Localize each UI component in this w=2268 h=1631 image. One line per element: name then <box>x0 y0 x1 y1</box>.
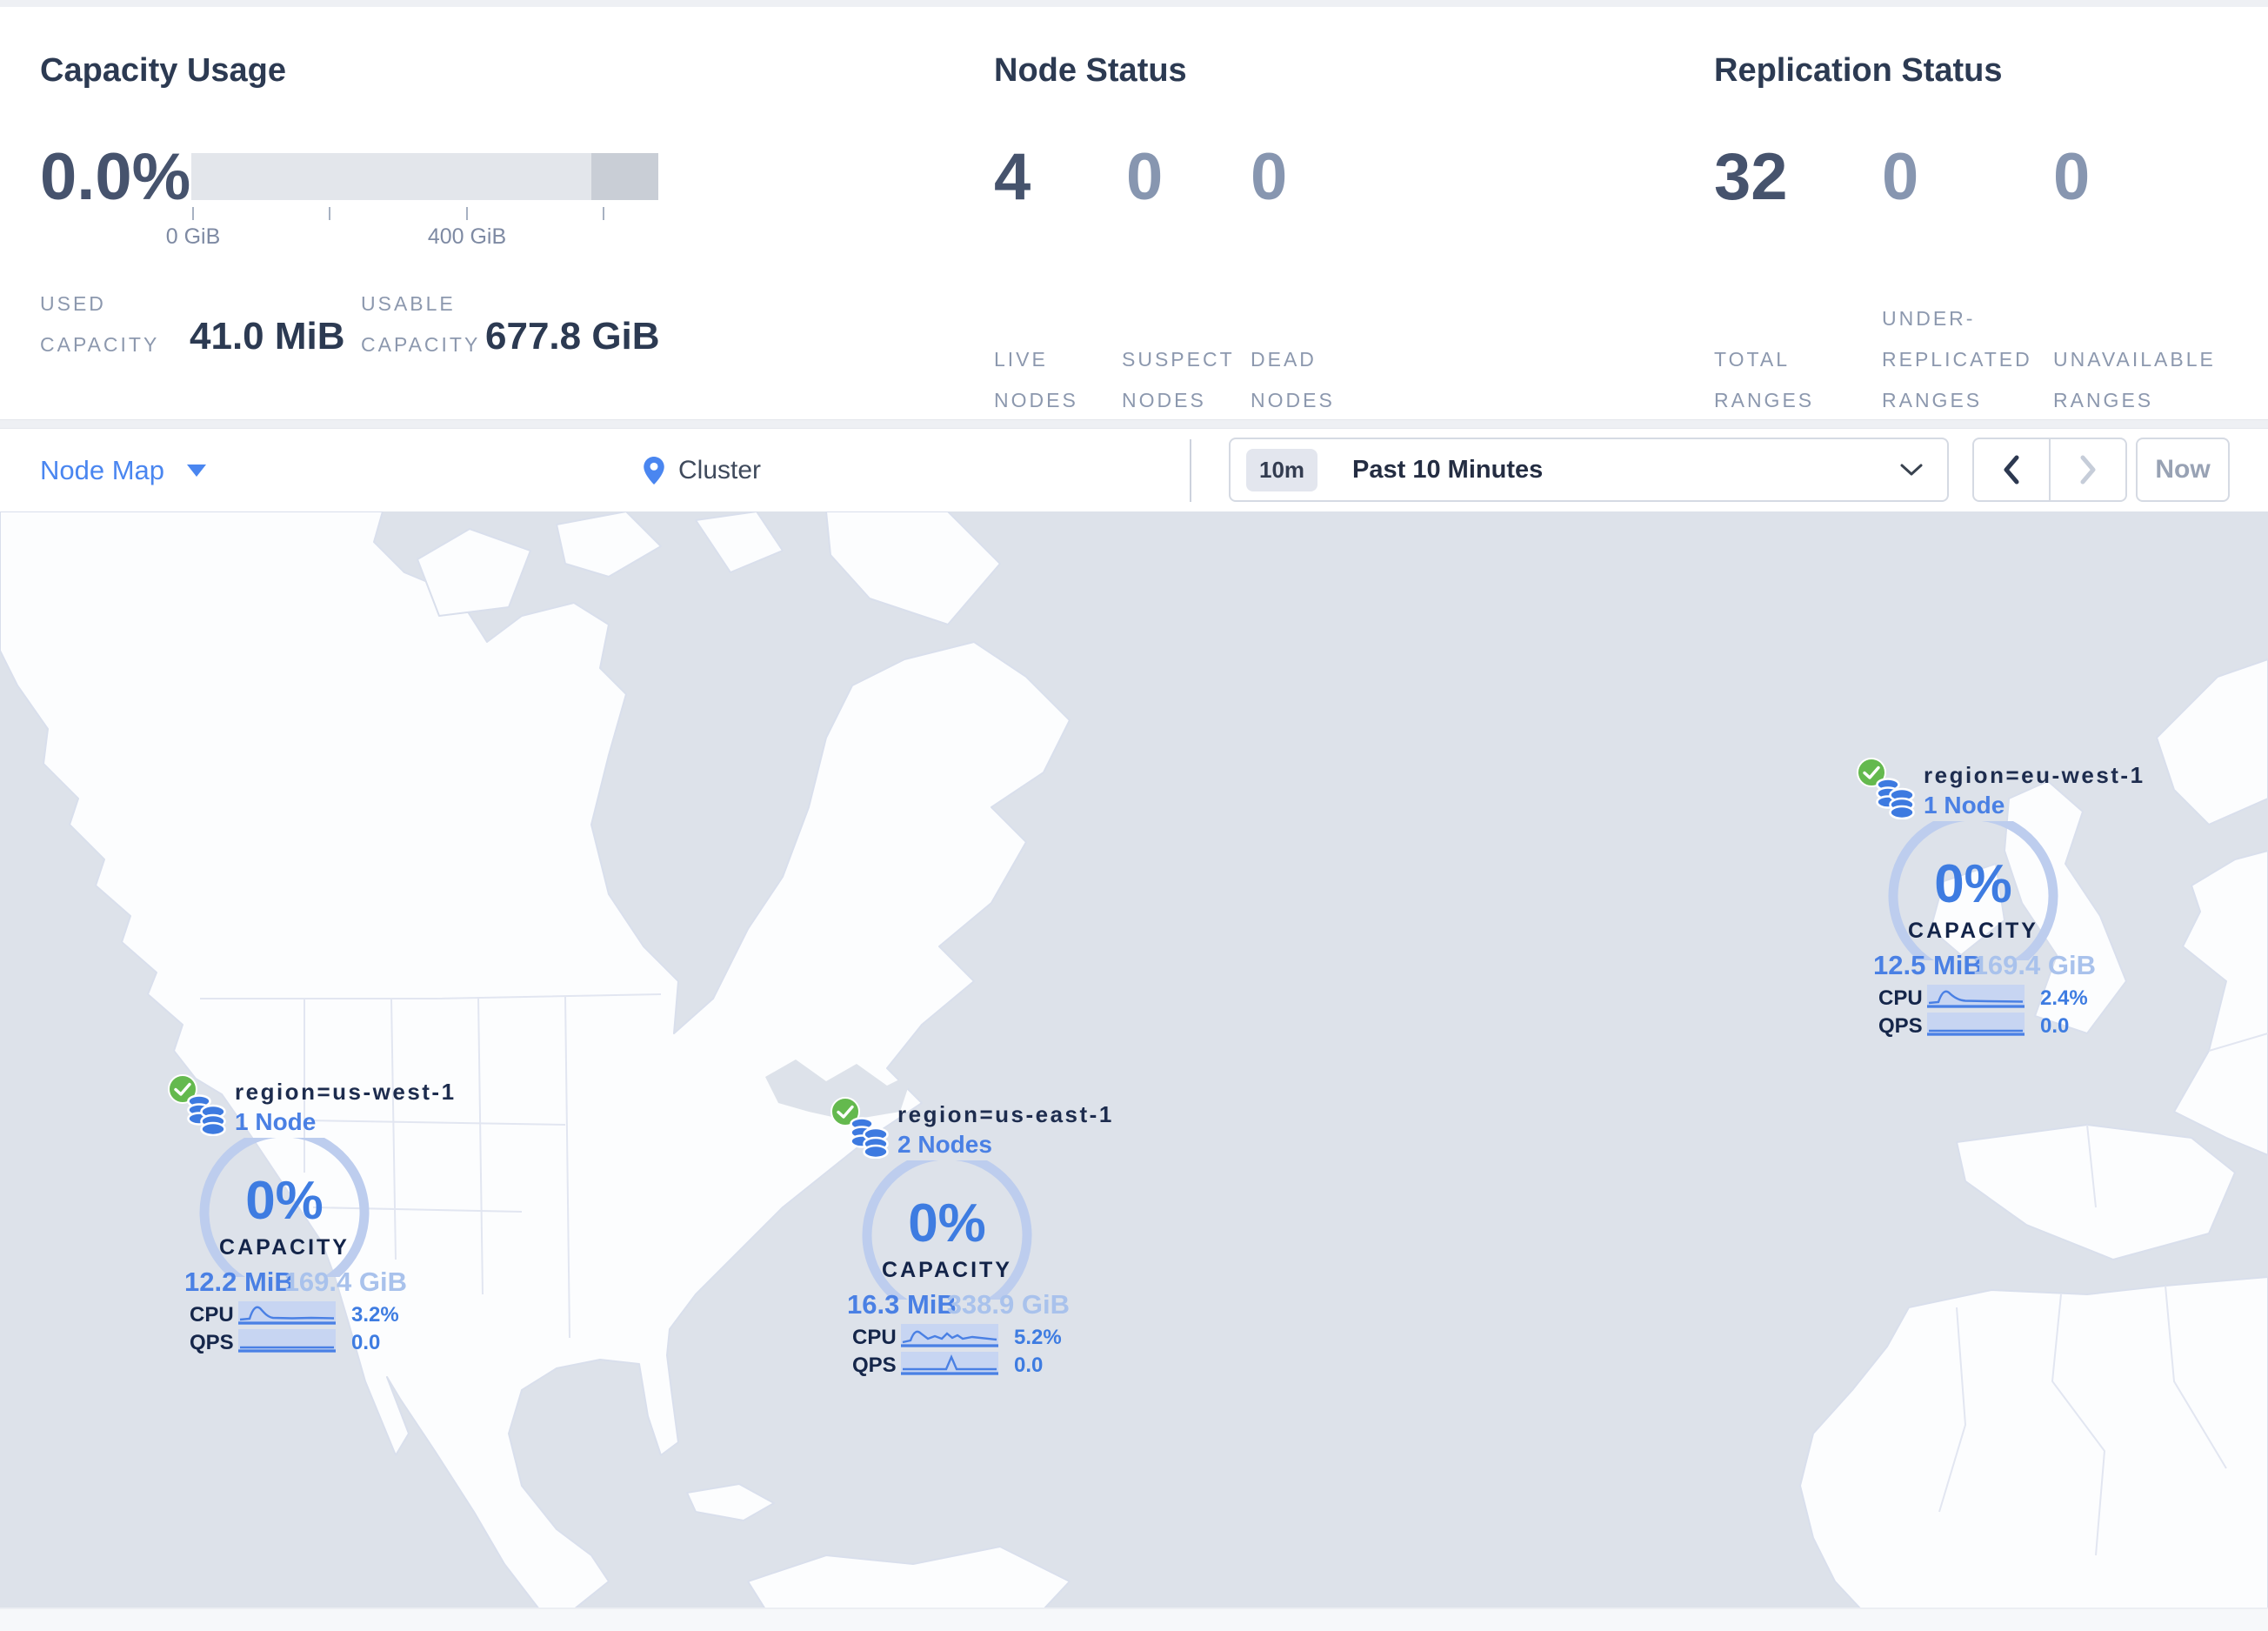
capacity-used-percent: 0.0% <box>40 140 191 214</box>
next-range-button[interactable] <box>2051 439 2125 500</box>
region-total-capacity: 169.4 GiB <box>1972 950 2096 980</box>
map-toolbar: Node Map Cluster 10m Past 10 Minutes Now <box>0 428 2268 513</box>
qps-value: 0.0 <box>2040 1014 2070 1038</box>
region-capacity-label: CAPACITY <box>1908 919 2038 943</box>
view-selector-label: Node Map <box>40 455 165 485</box>
dead-nodes-count: 0 <box>1251 140 1288 214</box>
suspect-nodes-count: 0 <box>1126 140 1164 214</box>
previous-range-button[interactable] <box>1974 439 2051 500</box>
chevron-left-icon <box>2004 455 2019 485</box>
unavailable-count: 0 <box>2053 140 2091 214</box>
unavailable-ranges-label: UNAVAILABLE RANGES <box>2053 348 2216 411</box>
region-capacity-percent: 0% <box>245 1171 324 1231</box>
now-button[interactable]: Now <box>2136 438 2230 502</box>
region-capacity-label: CAPACITY <box>882 1258 1012 1282</box>
capacity-bar <box>191 153 658 200</box>
total-ranges-count: 32 <box>1714 140 1788 214</box>
caret-down-icon <box>187 465 207 477</box>
under-replicated-count: 0 <box>1882 140 1919 214</box>
toolbar-divider <box>1190 439 1191 502</box>
qps-label: QPS <box>190 1331 234 1354</box>
node-status-title: Node Status <box>994 52 1187 89</box>
time-range-label: Past 10 Minutes <box>1352 455 1544 484</box>
cpu-label: CPU <box>1878 986 1923 1010</box>
time-range-dropdown[interactable]: 10m Past 10 Minutes <box>1229 438 1949 502</box>
capacity-tick-label: 0 GiB <box>165 224 221 249</box>
region-capacity-percent: 0% <box>1934 854 2012 914</box>
usable-capacity-label: USABLE CAPACITY <box>361 292 481 356</box>
suspect-nodes-label: SUSPECT NODES <box>1122 348 1235 411</box>
chevron-down-icon <box>1900 464 1923 476</box>
capacity-bar-end-segment <box>591 153 658 200</box>
region-total-capacity: 169.4 GiB <box>284 1267 407 1297</box>
cpu-value: 3.2% <box>351 1303 399 1327</box>
capacity-tick-label: 400 GiB <box>427 224 507 249</box>
region-capacity-percent: 0% <box>908 1193 986 1253</box>
time-range-badge: 10m <box>1246 448 1318 491</box>
region-capacity-label: CAPACITY <box>219 1235 350 1260</box>
cpu-value: 5.2% <box>1014 1326 1062 1349</box>
under-replicated-label: UNDER- REPLICATED RANGES <box>1882 307 2032 411</box>
qps-label: QPS <box>1878 1014 1923 1038</box>
qps-value: 0.0 <box>351 1331 381 1354</box>
region-used-capacity: 16.3 MiB <box>847 1289 957 1320</box>
database-stack-icon <box>1876 778 1915 819</box>
qps-sparkline <box>1927 1013 2025 1036</box>
total-ranges-label: TOTAL RANGES <box>1714 348 1815 411</box>
cluster-overview-page: Capacity Usage 0.0% 0 GiB 400 GiB USED C… <box>0 0 2268 1631</box>
view-selector-dropdown[interactable]: Node Map <box>40 429 207 512</box>
qps-label: QPS <box>852 1354 897 1377</box>
region-marker-us-west-1[interactable]: region=us-west-1 1 Node 0% CAPACITY 12.2… <box>165 1072 454 1360</box>
region-node-count: 1 Node <box>1924 792 2005 819</box>
cpu-sparkline <box>238 1301 336 1325</box>
live-nodes-count: 4 <box>994 140 1031 214</box>
cpu-value: 2.4% <box>2040 986 2088 1010</box>
region-marker-eu-west-1[interactable]: region=eu-west-1 1 Node 0% CAPACITY 12.5… <box>1854 755 2143 1044</box>
used-capacity-label: USED CAPACITY <box>40 292 160 356</box>
region-marker-us-east-1[interactable]: region=us-east-1 2 Nodes 0% CAPACITY 16.… <box>828 1094 1111 1383</box>
region-name: region=us-west-1 <box>235 1079 457 1105</box>
region-node-count: 1 Node <box>235 1108 317 1135</box>
region-name: region=us-east-1 <box>897 1101 1114 1127</box>
capacity-axis-tick <box>192 207 194 220</box>
region-used-capacity: 12.5 MiB <box>1873 950 1983 980</box>
cpu-label: CPU <box>852 1326 897 1349</box>
used-capacity-value: 41.0 MiB <box>190 315 345 358</box>
capacity-axis-tick <box>329 207 330 220</box>
capacity-axis-tick <box>603 207 604 220</box>
qps-value: 0.0 <box>1014 1354 1044 1377</box>
time-range-arrows <box>1972 438 2127 502</box>
region-node-count: 2 Nodes <box>897 1131 992 1158</box>
capacity-axis-tick <box>466 207 468 220</box>
chevron-right-icon <box>2080 455 2096 485</box>
region-name: region=eu-west-1 <box>1924 762 2145 788</box>
cpu-sparkline <box>1927 985 2025 1008</box>
region-used-capacity: 12.2 MiB <box>184 1267 294 1297</box>
qps-sparkline <box>238 1329 336 1353</box>
live-nodes-label: LIVE NODES <box>994 348 1078 411</box>
cpu-sparkline <box>901 1324 998 1347</box>
database-stack-icon <box>187 1094 226 1136</box>
location-pin-icon <box>644 457 664 485</box>
region-total-capacity: 338.9 GiB <box>946 1289 1070 1320</box>
summary-panel: Capacity Usage 0.0% 0 GiB 400 GiB USED C… <box>0 7 2268 420</box>
usable-capacity-value: 677.8 GiB <box>485 315 660 358</box>
database-stack-icon <box>850 1117 889 1159</box>
cpu-label: CPU <box>190 1303 234 1327</box>
replication-status-title: Replication Status <box>1714 52 2003 89</box>
breadcrumb[interactable]: Cluster <box>644 429 761 512</box>
breadcrumb-label: Cluster <box>678 456 762 485</box>
qps-sparkline <box>901 1352 998 1375</box>
dead-nodes-label: DEAD NODES <box>1251 348 1335 411</box>
capacity-usage-title: Capacity Usage <box>40 52 287 89</box>
